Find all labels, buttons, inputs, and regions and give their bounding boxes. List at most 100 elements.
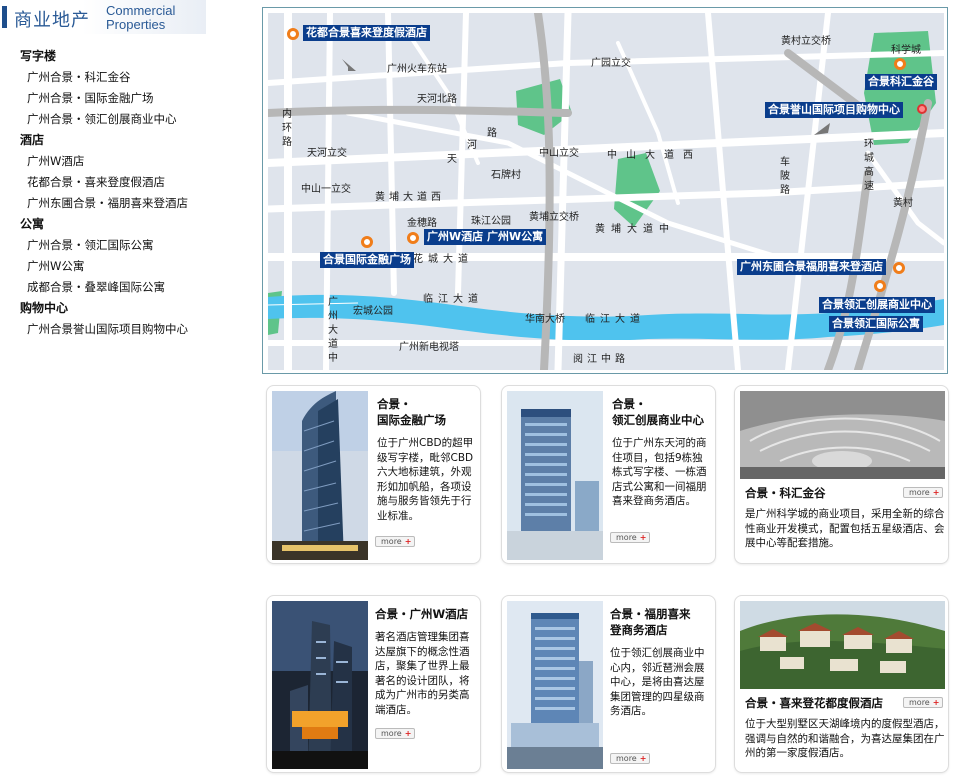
more-button-w-hotel[interactable]: more + bbox=[375, 728, 415, 739]
map-marker-huadu[interactable] bbox=[287, 28, 299, 40]
map-label-tianhebei: 天河北路 bbox=[417, 94, 457, 105]
map-tag-yushan[interactable]: 合景誉山国际项目购物中心 bbox=[765, 102, 903, 118]
map-label-linjiang-2: 临江大道 bbox=[585, 314, 645, 325]
sidebar-item-four-points[interactable]: 广州东圃合景・福朋喜来登酒店 bbox=[20, 193, 250, 214]
property-title-sheraton-huadu: 合景・喜来登花都度假酒店 bbox=[745, 696, 883, 710]
sidebar-item-linghui-apartment[interactable]: 广州合景・领汇国际公寓 bbox=[20, 235, 250, 256]
property-title-kehui: 合景・科汇金谷 bbox=[745, 486, 826, 500]
property-card-ifc[interactable]: 合景・ 国际金融广场 位于广州CBD的超甲级写字楼，毗邻CBD六大地标建筑，外观… bbox=[266, 385, 481, 564]
map-tag-w-hotel[interactable]: 广州W酒店 bbox=[424, 229, 487, 245]
map-label-huanan-bridge: 华南大桥 bbox=[525, 314, 565, 325]
map-marker-kehui[interactable] bbox=[894, 58, 906, 70]
map-label-zhujiang-park: 珠江公园 bbox=[471, 216, 511, 227]
map-label-kexuecheng: 科学城 bbox=[891, 45, 921, 56]
sidebar-item-sheraton-huadu[interactable]: 花都合景・喜来登度假酒店 bbox=[20, 172, 250, 193]
more-button-sheraton-huadu[interactable]: more + bbox=[903, 697, 943, 708]
property-image-four-points bbox=[507, 601, 603, 769]
map-label-huangcun-interchange: 黄村立交桥 bbox=[781, 36, 831, 47]
plus-icon: + bbox=[404, 729, 412, 738]
map-marker-yushan[interactable] bbox=[917, 104, 927, 114]
map-marker-four-points[interactable] bbox=[893, 262, 905, 274]
sidebar-category-apartment: 公寓 bbox=[20, 217, 45, 231]
property-desc-w-hotel: 著名酒店管理集团喜达屋旗下的概念性酒店，聚集了世界上最著名的设计团队，将成为广州… bbox=[375, 631, 470, 716]
map-label-guangzhou-avenue: 广州大道中 bbox=[328, 297, 338, 364]
sidebar-item-kehui[interactable]: 广州合景・科汇金谷 bbox=[20, 67, 250, 88]
property-image-ifc bbox=[272, 391, 368, 560]
sidebar-category-office: 写字楼 bbox=[20, 49, 57, 63]
sidebar-category-mall: 购物中心 bbox=[20, 301, 69, 315]
more-label-four-points: more bbox=[616, 754, 637, 763]
map-tag-linghui-center[interactable]: 合景领汇创展商业中心 bbox=[819, 297, 935, 313]
map-label-tianhe-road-3: 天 bbox=[447, 154, 457, 165]
property-title-four-points-line1: 合景・福朋喜来 bbox=[610, 607, 691, 621]
more-label-sheraton-huadu: more bbox=[909, 698, 930, 707]
map-label-zhongshan-1: 中山一立交 bbox=[301, 184, 351, 195]
map-label-guangyuan: 广园立交 bbox=[591, 58, 631, 69]
location-map: 黄村立交桥 科学城 广园立交 广州火车东站 天河北路 内环路 天河立交 路 河 … bbox=[262, 7, 948, 374]
sidebar-item-yushan-mall[interactable]: 广州合景誉山国际项目购物中心 bbox=[20, 319, 250, 340]
map-tag-huadu-sheraton[interactable]: 花都合景喜来登度假酒店 bbox=[303, 25, 430, 41]
property-title-linghui-center-line2: 领汇创展商业中心 bbox=[612, 413, 704, 427]
map-label-east-station: 广州火车东站 bbox=[387, 64, 447, 75]
map-label-huacheng: 花城大道 bbox=[413, 254, 473, 265]
property-card-four-points[interactable]: 合景・福朋喜来 登商务酒店 位于领汇创展商业中心内，邻近琶洲会展中心，是将由喜达… bbox=[501, 595, 716, 773]
sidebar-item-w-hotel[interactable]: 广州W酒店 bbox=[20, 151, 250, 172]
map-label-tianhe-interchange: 天河立交 bbox=[307, 148, 347, 159]
map-label-hongcheng-park: 宏城公园 bbox=[353, 306, 393, 317]
plus-icon: + bbox=[932, 488, 940, 497]
property-title-linghui-center-line1: 合景・ bbox=[612, 397, 647, 411]
property-image-linghui-center bbox=[507, 391, 603, 560]
more-label-w-hotel: more bbox=[381, 729, 402, 738]
property-title-linghui-center: 合景・ 领汇创展商业中心 bbox=[612, 396, 714, 428]
sidebar-category-hotel: 酒店 bbox=[20, 133, 45, 147]
map-tag-kehui[interactable]: 合景科汇金谷 bbox=[865, 74, 937, 90]
map-marker-w[interactable] bbox=[407, 232, 419, 244]
property-desc-kehui: 是广州科学城的商业项目，采用全新的综合性商业开发模式，配置包括五星级酒店、会展中… bbox=[745, 508, 945, 549]
property-desc-four-points: 位于领汇创展商业中心内，邻近琶洲会展中心，是将由喜达屋集团管理的四星级商务酒店。 bbox=[610, 647, 705, 717]
property-title-ifc: 合景・ 国际金融广场 bbox=[377, 396, 477, 428]
more-button-four-points[interactable]: more + bbox=[610, 753, 650, 764]
more-button-linghui-center[interactable]: more + bbox=[610, 532, 650, 543]
more-button-kehui[interactable]: more + bbox=[903, 487, 943, 498]
map-label-chepo: 车陂路 bbox=[780, 157, 790, 196]
map-label-jinsui: 金穗路 bbox=[407, 218, 437, 229]
sidebar-item-ifc[interactable]: 广州合景・国际金融广场 bbox=[20, 88, 250, 109]
map-label-zhongshan-interchange: 中山立交 bbox=[539, 148, 579, 159]
map-tag-w-apartment[interactable]: 广州W公寓 bbox=[484, 229, 547, 245]
map-label-tianhe-road-2: 河 bbox=[467, 140, 477, 151]
header-accent-bar bbox=[2, 6, 7, 28]
sidebar-item-w-apartment[interactable]: 广州W公寓 bbox=[20, 256, 250, 277]
property-desc-sheraton-huadu: 位于大型别墅区天湖峰境内的度假型酒店，强调与自然的和谐融合，为喜达屋集团在广州的… bbox=[745, 718, 945, 759]
more-label-kehui: more bbox=[909, 488, 930, 497]
map-tag-four-points[interactable]: 广州东圃合景福朋喜来登酒店 bbox=[737, 259, 886, 275]
property-title-w-hotel: 合景・广州W酒店 bbox=[375, 607, 469, 621]
property-card-kehui[interactable]: 合景・科汇金谷 more + 是广州科学城的商业项目，采用全新的综合性商业开发模式… bbox=[734, 385, 949, 564]
plus-icon: + bbox=[932, 698, 940, 707]
more-button-ifc[interactable]: more + bbox=[375, 536, 415, 547]
map-label-huancheng: 环城高速 bbox=[864, 139, 874, 192]
sidebar-nav: 写字楼 广州合景・科汇金谷 广州合景・国际金融广场 广州合景・领汇创展商业中心 … bbox=[20, 46, 250, 340]
map-label-tv-tower: 广州新电视塔 bbox=[399, 342, 459, 353]
map-label-linjiang-1: 临江大道 bbox=[423, 294, 483, 305]
property-card-sheraton-huadu[interactable]: 合景・喜来登花都度假酒店 more + 位于大型别墅区天湖峰境内的度假型酒店，强调… bbox=[734, 595, 949, 773]
property-card-linghui-center[interactable]: 合景・ 领汇创展商业中心 位于广州东天河的商住项目，包括9栋独栋式写字楼、一栋酒… bbox=[501, 385, 716, 564]
map-label-zhongshan-avenue: 中山大道西 bbox=[607, 150, 702, 161]
section-header: 商业地产 Commercial Properties bbox=[0, 0, 206, 34]
map-tag-linghui-apartment[interactable]: 合景领汇国际公寓 bbox=[829, 316, 923, 332]
map-label-yuejiang: 阅江中路 bbox=[573, 354, 629, 365]
map-label-shipaicun: 石牌村 bbox=[491, 170, 521, 181]
sidebar-item-linghui-center[interactable]: 广州合景・领汇创展商业中心 bbox=[20, 109, 250, 130]
map-label-huangpu-west: 黄埔大道西 bbox=[375, 192, 445, 203]
map-marker-linghui[interactable] bbox=[874, 280, 886, 292]
map-marker-ifc[interactable] bbox=[361, 236, 373, 248]
header-title-en-line1: Commercial bbox=[106, 3, 176, 18]
map-label-huangcun: 黄村 bbox=[893, 198, 913, 209]
sidebar-item-chengdu-apartment[interactable]: 成都合景・叠翠峰国际公寓 bbox=[20, 277, 250, 298]
map-label-neihuan: 内环路 bbox=[282, 109, 292, 148]
map-label-huangpu-interchange: 黄埔立交桥 bbox=[529, 212, 579, 223]
property-card-w-hotel[interactable]: 合景・广州W酒店 著名酒店管理集团喜达屋旗下的概念性酒店，聚集了世界上最著名的设… bbox=[266, 595, 481, 773]
property-desc-linghui-center: 位于广州东天河的商住项目，包括9栋独栋式写字楼、一栋酒店式公寓和一间福朋喜来登商… bbox=[612, 437, 707, 507]
map-tag-ifc[interactable]: 合景国际金融广场 bbox=[320, 252, 414, 268]
plus-icon: + bbox=[639, 533, 647, 542]
property-image-kehui bbox=[740, 391, 945, 479]
